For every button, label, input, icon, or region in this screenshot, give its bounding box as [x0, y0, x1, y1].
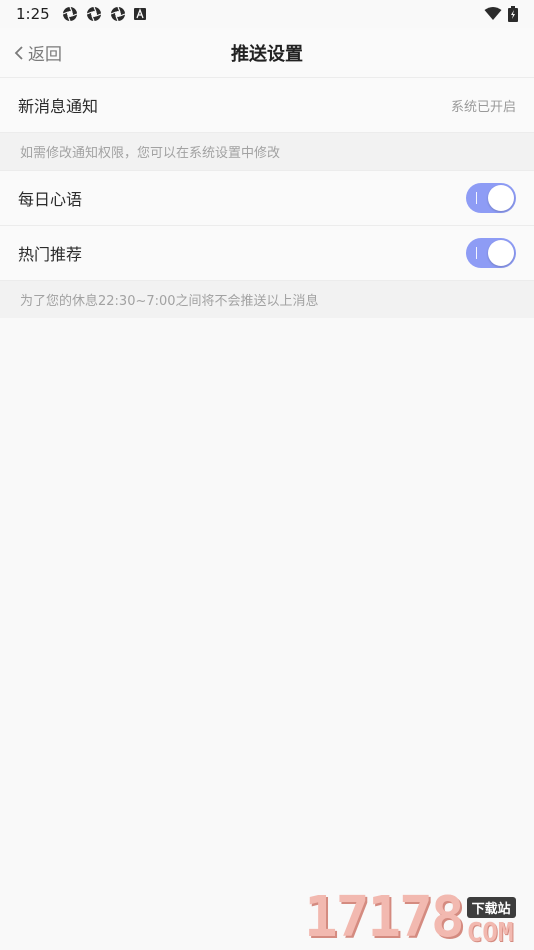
new-message-notification-label: 新消息通知 — [18, 97, 99, 116]
daily-quote-toggle[interactable] — [466, 183, 516, 213]
toggle-knob — [488, 240, 514, 266]
watermark-com: COM — [466, 918, 514, 948]
watermark-tag: 下载站 — [466, 897, 516, 918]
hot-recommend-label: 热门推荐 — [18, 245, 83, 264]
aperture-icon — [86, 6, 101, 22]
status-time: 1:25 — [16, 5, 50, 23]
nav-bar: 返回 推送设置 — [0, 28, 534, 78]
toggle-on-mark — [476, 192, 477, 204]
back-label: 返回 — [28, 45, 62, 65]
hot-recommend-row: 热门推荐 — [0, 226, 534, 281]
status-system-icons — [484, 6, 518, 22]
new-message-notification-row[interactable]: 新消息通知 系统已开启 — [0, 78, 534, 133]
font-a-icon — [133, 8, 146, 20]
status-bar: 1:25 — [0, 0, 534, 28]
quiet-hours-hint: 为了您的休息22:30~7:00之间将不会推送以上消息 — [0, 281, 534, 318]
wifi-icon — [484, 7, 502, 20]
site-watermark-logo: 17178 下载站 COM — [304, 886, 530, 946]
toggle-knob — [488, 185, 514, 211]
chevron-left-icon — [14, 45, 23, 60]
watermark-digits: 17178 — [304, 885, 465, 950]
hot-recommend-toggle[interactable] — [466, 238, 516, 268]
permission-hint: 如需修改通知权限，您可以在系统设置中修改 — [0, 133, 534, 171]
status-notification-icons — [62, 6, 146, 22]
notification-status-value: 系统已开启 — [450, 99, 516, 115]
aperture-icon — [110, 6, 125, 22]
back-button[interactable]: 返回 — [14, 40, 62, 65]
daily-quote-label: 每日心语 — [18, 190, 83, 209]
watermark-right: 下载站 COM — [466, 897, 516, 948]
aperture-icon — [62, 6, 77, 22]
battery-charging-icon — [508, 6, 518, 22]
toggle-on-mark — [476, 247, 477, 259]
page-title: 推送设置 — [231, 43, 303, 65]
daily-quote-row: 每日心语 — [0, 171, 534, 226]
